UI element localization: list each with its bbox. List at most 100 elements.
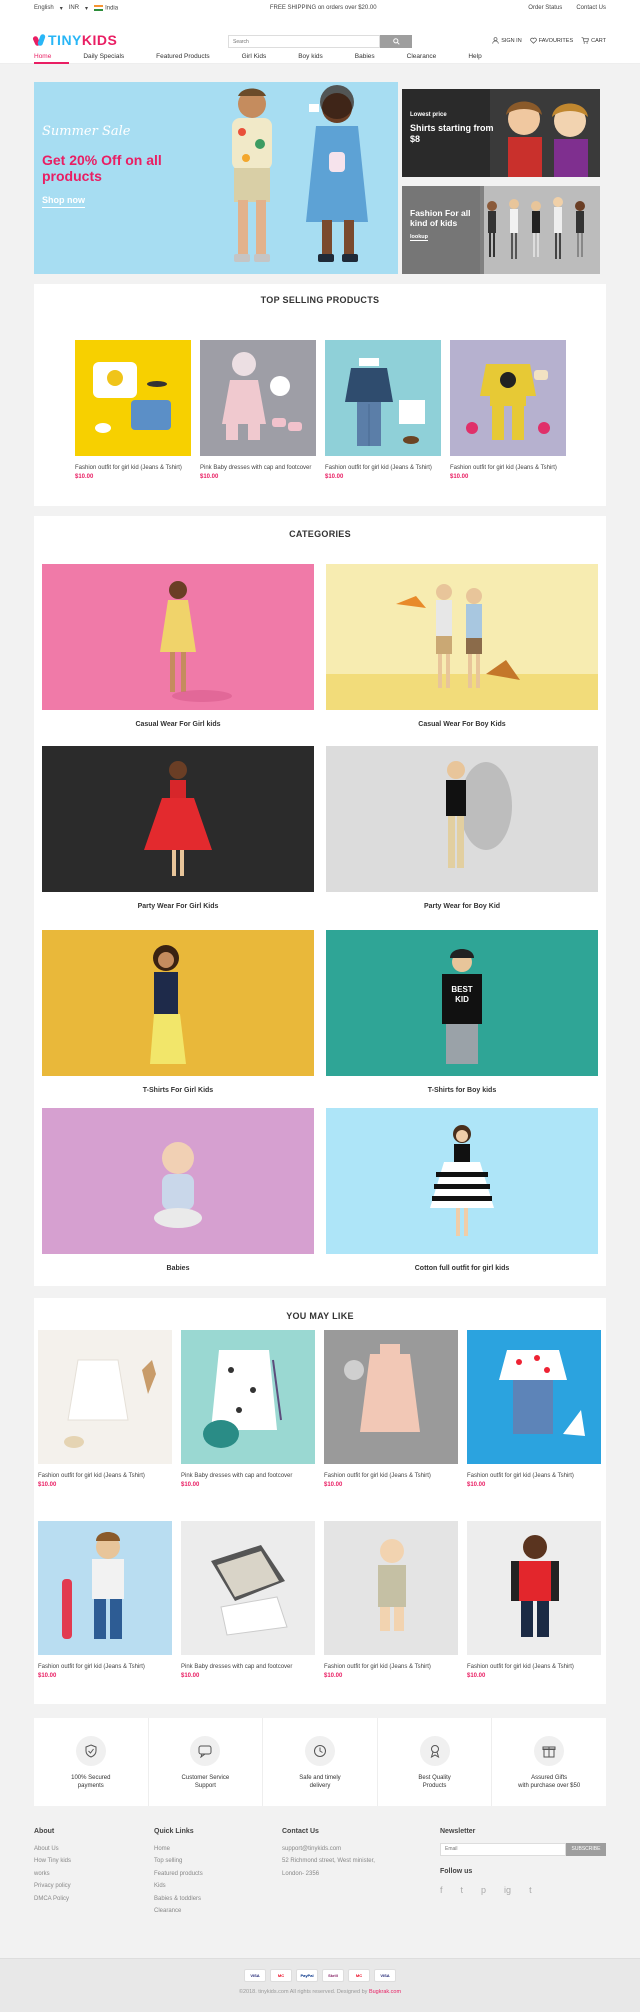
instagram-icon[interactable]: ig bbox=[504, 1884, 511, 1897]
product-card[interactable]: Fashion outfit for girl kid (Jeans & Tsh… bbox=[467, 1330, 601, 1488]
order-status-link[interactable]: Order Status bbox=[528, 5, 562, 11]
product-name: Pink Baby dresses with cap and footcover bbox=[181, 1664, 293, 1670]
product-card[interactable]: Fashion outfit for girl kid (Jeans & Tsh… bbox=[467, 1521, 601, 1679]
nav-featured-products[interactable]: Featured Products bbox=[156, 53, 222, 64]
category-image[interactable]: BEST KID bbox=[326, 930, 598, 1076]
contact-us-link[interactable]: Contact Us bbox=[576, 5, 606, 11]
pinterest-icon[interactable]: p bbox=[481, 1884, 486, 1897]
contact-email[interactable]: support@tinykids.com bbox=[282, 1843, 375, 1856]
feature-secured-payments: 100% Secured payments bbox=[34, 1718, 149, 1808]
footer-link[interactable]: How Tiny kids bbox=[34, 1855, 71, 1868]
account-links: SIGN IN FAVOURITES CART bbox=[492, 37, 606, 44]
category-card[interactable]: Casual Wear For Boy Kids bbox=[326, 564, 598, 728]
twitter-icon[interactable]: t bbox=[461, 1884, 464, 1897]
footer-link[interactable]: Home bbox=[154, 1843, 203, 1856]
shop-now-link[interactable]: Shop now bbox=[42, 195, 85, 208]
product-image[interactable] bbox=[450, 340, 566, 456]
product-card[interactable]: Fashion outfit for girl kid (Jeans & Tsh… bbox=[38, 1330, 172, 1488]
designer-link[interactable]: Bugkrak.com bbox=[369, 1989, 401, 1995]
hero-script-title: Summer Sale bbox=[42, 124, 131, 139]
subscribe-button[interactable]: SUBSCRIBE bbox=[566, 1842, 606, 1856]
banner-fashion[interactable]: Fashion For all kind of kids lookup bbox=[402, 186, 600, 274]
category-image[interactable] bbox=[326, 564, 598, 710]
facebook-icon[interactable]: f bbox=[440, 1884, 443, 1897]
banner-shirts[interactable]: Lowest price Shirts starting from $8 bbox=[402, 89, 600, 177]
category-card[interactable]: T-Shirts For Girl Kids bbox=[42, 930, 314, 1094]
search-button[interactable] bbox=[380, 35, 412, 48]
product-price: $10.00 bbox=[38, 1673, 57, 1679]
product-name: Fashion outfit for girl kid (Jeans & Tsh… bbox=[38, 1664, 145, 1670]
mastercard-icon: MC bbox=[270, 1969, 292, 1982]
product-card[interactable]: Pink Baby dresses with cap and footcover… bbox=[181, 1330, 315, 1488]
logo[interactable]: TINYKIDS bbox=[34, 32, 117, 48]
category-image[interactable] bbox=[326, 746, 598, 892]
search-input[interactable] bbox=[228, 35, 380, 48]
heart-icon bbox=[529, 37, 537, 44]
category-image[interactable] bbox=[42, 930, 314, 1076]
footer-link[interactable]: DMCA Policy bbox=[34, 1893, 71, 1906]
product-image[interactable] bbox=[75, 340, 191, 456]
product-image[interactable] bbox=[38, 1330, 172, 1464]
email-field[interactable] bbox=[440, 1842, 566, 1856]
product-card[interactable]: Pink Baby dresses with cap and footcover… bbox=[200, 340, 316, 480]
nav-clearance[interactable]: Clearance bbox=[407, 53, 450, 64]
category-image[interactable] bbox=[42, 564, 314, 710]
category-card[interactable]: Babies bbox=[42, 1108, 314, 1272]
nav-girl-kids[interactable]: Girl Kids bbox=[242, 53, 280, 64]
product-card[interactable]: Fashion outfit for girl kid (Jeans & Tsh… bbox=[325, 340, 441, 480]
product-card[interactable]: Fashion outfit for girl kid (Jeans & Tsh… bbox=[75, 340, 191, 480]
footer-link[interactable]: works bbox=[34, 1868, 71, 1881]
category-label: Casual Wear For Boy Kids bbox=[418, 721, 506, 728]
product-image[interactable] bbox=[181, 1330, 315, 1464]
product-card[interactable]: Fashion outfit for girl kid (Jeans & Tsh… bbox=[38, 1521, 172, 1679]
product-image[interactable] bbox=[324, 1521, 458, 1655]
nav-help[interactable]: Help bbox=[468, 53, 494, 64]
category-card[interactable]: Casual Wear For Girl kids bbox=[42, 564, 314, 728]
footer-link[interactable]: About Us bbox=[34, 1843, 71, 1856]
category-label: T-Shirts For Girl Kids bbox=[142, 1087, 214, 1094]
product-card[interactable]: Fashion outfit for girl kid (Jeans & Tsh… bbox=[324, 1330, 458, 1488]
category-card[interactable]: Party Wear For Girl Kids bbox=[42, 746, 314, 910]
cart-link[interactable]: CART bbox=[581, 37, 606, 44]
product-image[interactable] bbox=[181, 1521, 315, 1655]
category-card[interactable]: Party Wear for Boy Kid bbox=[326, 746, 598, 910]
product-name: Fashion outfit for girl kid (Jeans & Tsh… bbox=[38, 1473, 145, 1479]
currency-select[interactable]: INR bbox=[69, 5, 79, 11]
category-label: Cotton full outfit for girl kids bbox=[414, 1265, 510, 1272]
nav-home[interactable]: Home bbox=[34, 53, 70, 64]
footer-link[interactable]: Top selling bbox=[154, 1855, 203, 1868]
shipping-notice: FREE SHIPPING on orders over $20.00 bbox=[269, 5, 377, 11]
tumblr-icon[interactable]: t bbox=[529, 1884, 532, 1897]
gift-icon bbox=[534, 1736, 565, 1766]
country-select[interactable]: India bbox=[94, 4, 118, 11]
category-image[interactable] bbox=[42, 746, 314, 892]
footer-newsletter-title: Newsletter bbox=[440, 1828, 476, 1835]
product-card[interactable]: Pink Baby dresses with cap and footcover… bbox=[181, 1521, 315, 1679]
language-select[interactable]: English bbox=[34, 5, 54, 11]
sign-in-link[interactable]: SIGN IN bbox=[492, 37, 522, 44]
footer-link[interactable]: Clearance bbox=[154, 1905, 203, 1918]
footer-link[interactable]: Babies & toddlers bbox=[154, 1893, 203, 1906]
product-image[interactable] bbox=[38, 1521, 172, 1655]
category-label: Babies bbox=[166, 1265, 190, 1272]
product-card[interactable]: Fashion outfit for girl kid (Jeans & Tsh… bbox=[450, 340, 566, 480]
category-card[interactable]: BEST KID T-Shirts for Boy kids bbox=[326, 930, 598, 1094]
hero-banner[interactable]: Summer Sale Get 20% Off on all products … bbox=[34, 82, 398, 274]
nav-boy-kids[interactable]: Boy kids bbox=[298, 53, 336, 64]
footer-link[interactable]: Privacy policy bbox=[34, 1880, 71, 1893]
category-card[interactable]: Cotton full outfit for girl kids bbox=[326, 1108, 598, 1272]
nav-babies[interactable]: Babies bbox=[355, 53, 388, 64]
favourites-link[interactable]: FAVOURITES bbox=[529, 37, 573, 44]
product-card[interactable]: Fashion outfit for girl kid (Jeans & Tsh… bbox=[324, 1521, 458, 1679]
footer-link[interactable]: Featured products bbox=[154, 1868, 203, 1881]
product-image[interactable] bbox=[467, 1330, 601, 1464]
product-image[interactable] bbox=[200, 340, 316, 456]
category-image[interactable] bbox=[42, 1108, 314, 1254]
nav-daily-specials[interactable]: Daily Specials bbox=[83, 53, 137, 64]
product-image[interactable] bbox=[324, 1330, 458, 1464]
product-image[interactable] bbox=[325, 340, 441, 456]
lookup-link[interactable]: lookup bbox=[410, 234, 429, 241]
footer-link[interactable]: Kids bbox=[154, 1880, 203, 1893]
category-image[interactable] bbox=[326, 1108, 598, 1254]
product-image[interactable] bbox=[467, 1521, 601, 1655]
